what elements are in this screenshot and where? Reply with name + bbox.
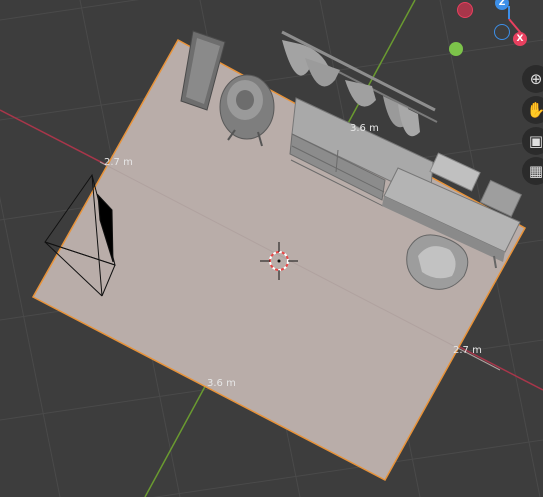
gizmo-x-axis-icon[interactable]: X [513,32,527,46]
dimension-label-right: 2.7 m [453,345,482,356]
navigation-gizmo[interactable]: Z X [449,0,543,70]
zoom-icon[interactable]: ⊕ [522,65,543,93]
gizmo-neg-z-icon[interactable] [494,24,510,40]
hand-pan-icon[interactable]: ✋ [522,96,543,124]
dimension-label-top: 3.6 m [350,123,379,134]
grid-toggle-icon[interactable]: ▦ [522,157,543,185]
dimension-label-bottom: 3.6 m [207,378,236,389]
camera-view-icon[interactable]: ▣ [522,127,543,155]
3d-viewport[interactable]: 3.6 m 3.6 m 2.7 m 2.7 m Z X ⊕ ✋ ▣ ▦ [0,0,543,497]
dimension-label-left: 2.7 m [104,157,133,168]
gizmo-y-axis-icon[interactable] [449,42,463,56]
viewport-scene[interactable] [0,0,543,497]
gizmo-neg-x-icon[interactable] [457,2,473,18]
